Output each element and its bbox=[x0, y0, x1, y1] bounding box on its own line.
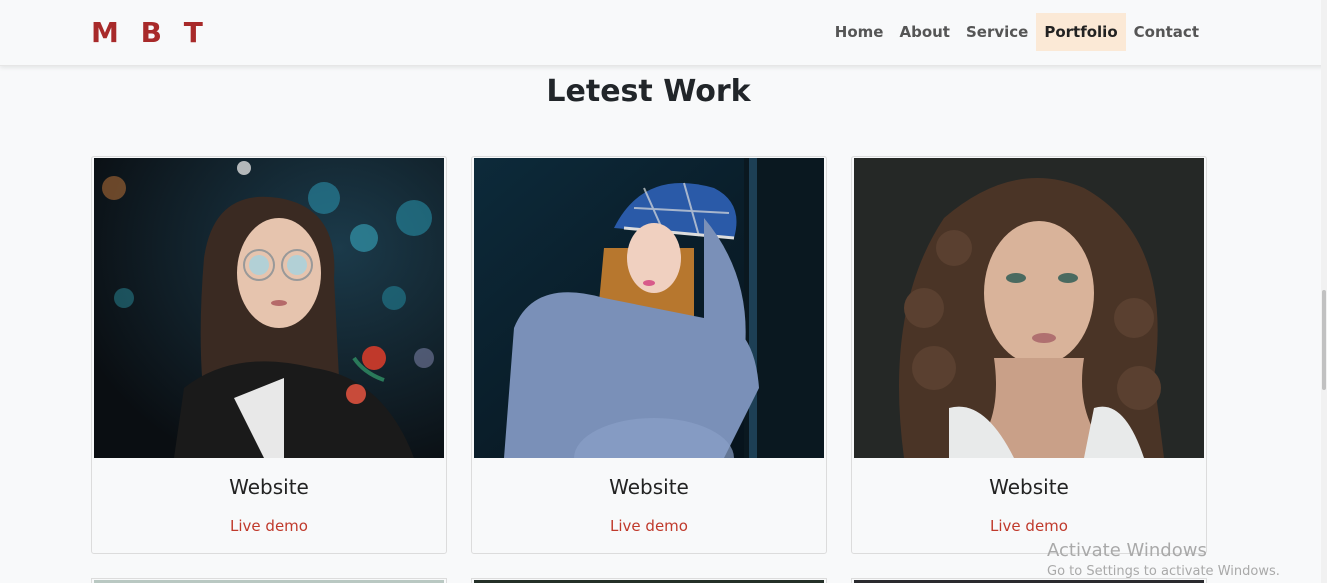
card-title: Website bbox=[229, 475, 309, 499]
card-title: Website bbox=[989, 475, 1069, 499]
navbar: M B T Home About Service Portfolio Conta… bbox=[0, 0, 1327, 66]
brand-logo[interactable]: M B T bbox=[91, 16, 209, 49]
portfolio-image bbox=[94, 158, 444, 458]
scrollbar[interactable] bbox=[1321, 0, 1327, 583]
scrollbar-thumb[interactable] bbox=[1322, 290, 1326, 390]
watermark-title: Activate Windows bbox=[1047, 540, 1207, 561]
portfolio-card: Website Live demo bbox=[851, 156, 1207, 554]
activate-windows-watermark: Activate Windows Go to Settings to activ… bbox=[1047, 540, 1280, 579]
portfolio-card-partial bbox=[471, 578, 827, 583]
portfolio-image bbox=[854, 158, 1204, 458]
watermark-subtitle: Go to Settings to activate Windows. bbox=[1047, 564, 1280, 579]
nav-home[interactable]: Home bbox=[827, 13, 892, 51]
nav-portfolio[interactable]: Portfolio bbox=[1036, 13, 1126, 51]
live-demo-link[interactable]: Live demo bbox=[472, 517, 826, 535]
nav-contact[interactable]: Contact bbox=[1126, 13, 1207, 51]
nav-service[interactable]: Service bbox=[958, 13, 1036, 51]
portfolio-card: Website Live demo bbox=[91, 156, 447, 554]
card-title: Website bbox=[609, 475, 689, 499]
nav-about[interactable]: About bbox=[891, 13, 958, 51]
nav-menu: Home About Service Portfolio Contact bbox=[827, 13, 1207, 51]
portfolio-image bbox=[474, 158, 824, 458]
live-demo-link[interactable]: Live demo bbox=[92, 517, 446, 535]
portfolio-card: Website Live demo bbox=[471, 156, 827, 554]
section-title: Letest Work bbox=[546, 74, 751, 109]
live-demo-link[interactable]: Live demo bbox=[852, 517, 1206, 535]
portfolio-card-partial bbox=[91, 578, 447, 583]
